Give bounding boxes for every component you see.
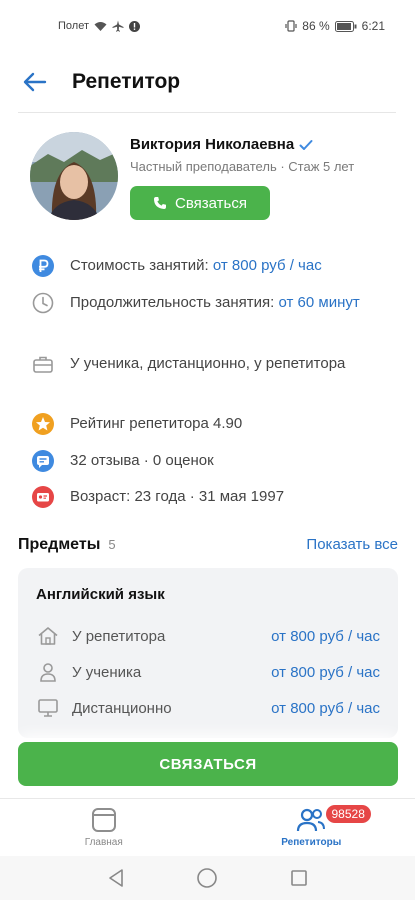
system-recents-button[interactable]: [284, 863, 314, 893]
contact-button[interactable]: Связаться: [130, 186, 270, 220]
rating-text: Рейтинг репетитора 4.90: [70, 415, 243, 432]
profile-info: Виктория Николаевна Частный преподавател…: [130, 132, 400, 220]
alert-icon: [129, 20, 140, 32]
triangle-back-icon: [109, 869, 123, 887]
bottom-nav: Главная Репетиторы 98528: [0, 798, 415, 856]
airplane-icon: [112, 20, 124, 32]
nav-home-label: Главная: [84, 837, 123, 848]
age-text: Возраст: 23 года · 31 мая 1997: [70, 488, 285, 505]
price-row-value: от 800 руб / час: [271, 627, 380, 645]
price-row-tutor: У репетитора от 800 руб / час: [36, 624, 380, 648]
reviews-icon: [30, 448, 56, 474]
info-reviews: 32 отзыва · 0 оценок: [30, 449, 380, 474]
price-row-student: У ученика от 800 руб / час: [36, 660, 380, 684]
battery-percent: 86 %: [302, 19, 330, 33]
home-tab-icon: [91, 808, 116, 832]
subjects-title: Предметы: [18, 536, 101, 553]
subject-name: Английский язык: [36, 586, 165, 603]
status-bar: Полет 86 % 6:21: [0, 0, 415, 52]
price-row-label: Дистанционно: [72, 699, 172, 717]
price-row-label: У репетитора: [72, 627, 166, 645]
person-icon: [36, 660, 60, 684]
page-title: Репетитор: [72, 70, 181, 93]
circle-home-icon: [197, 868, 218, 888]
battery-icon: [334, 20, 357, 32]
info-location: У ученика, дистанционно, у репетитора: [30, 352, 380, 377]
price-label: Стоимость занятий:: [70, 257, 213, 274]
show-all-link[interactable]: Показать все: [306, 536, 398, 553]
id-card-icon: [30, 484, 56, 510]
clock-icon: [30, 290, 56, 316]
info-duration: Продолжительность занятия: от 60 минут: [30, 291, 380, 316]
name-row: Виктория Николаевна: [130, 136, 400, 153]
status-left: Полет: [58, 20, 140, 32]
system-nav-bar: [0, 856, 415, 900]
status-right: 86 % 6:21: [285, 19, 385, 33]
tutor-profile: Виктория Николаевна Частный преподавател…: [30, 132, 400, 220]
subject-card[interactable]: Английский язык У репетитора от 800 руб …: [18, 568, 398, 738]
nav-tutors-label: Репетиторы: [281, 837, 342, 848]
tutor-name: Виктория Николаевна: [130, 136, 295, 153]
clock: 6:21: [361, 19, 385, 33]
wifi-icon: [94, 21, 107, 32]
nav-home[interactable]: Главная: [0, 799, 208, 856]
ruble-icon: [30, 253, 56, 279]
price-value: от 800 руб / час: [212, 257, 322, 274]
phone-icon: [154, 197, 167, 209]
info-price: Стоимость занятий: от 800 руб / час: [30, 254, 380, 279]
app-header: Репетитор: [0, 52, 415, 112]
system-back-button[interactable]: [101, 863, 131, 893]
subjects-header: Предметы 5 Показать все: [18, 536, 398, 554]
back-button[interactable]: [8, 60, 62, 104]
duration-label: Продолжительность занятия:: [70, 294, 279, 311]
back-arrow-icon: [23, 72, 47, 92]
users-tab-icon: [297, 808, 326, 832]
info-age: Возраст: 23 года · 31 мая 1997: [30, 485, 380, 510]
contact-button-label: Связаться: [175, 194, 247, 212]
reviews-text: 32 отзыва · 0 оценок: [70, 452, 214, 469]
price-row-remote: Дистанционно от 800 руб / час: [36, 696, 380, 720]
vibrate-icon: [285, 20, 297, 32]
star-icon: [30, 411, 56, 437]
subjects-count: 5: [108, 537, 116, 552]
price-row-label: У ученика: [72, 663, 142, 681]
duration-value: от 60 минут: [278, 294, 360, 311]
monitor-icon: [36, 696, 60, 720]
briefcase-icon: [30, 351, 56, 377]
house-icon: [36, 624, 60, 648]
verified-check-icon: [299, 139, 313, 150]
location-text: У ученика, дистанционно, у репетитора: [70, 355, 346, 372]
price-row-value: от 800 руб / час: [271, 699, 380, 717]
info-rating: Рейтинг репетитора 4.90: [30, 412, 380, 437]
nav-tutors[interactable]: Репетиторы 98528: [208, 799, 415, 856]
contact-big-button[interactable]: СВЯЗАТЬСЯ: [18, 742, 398, 786]
notification-badge: 98528: [325, 805, 371, 823]
avatar[interactable]: [30, 132, 118, 220]
square-recents-icon: [291, 870, 307, 886]
header-divider: [18, 112, 396, 113]
price-row-value: от 800 руб / час: [271, 663, 380, 681]
tutor-subtitle: Частный преподаватель · Стаж 5 лет: [130, 159, 355, 174]
airplane-mode-label: Полет: [58, 20, 89, 32]
system-home-button[interactable]: [192, 863, 222, 893]
